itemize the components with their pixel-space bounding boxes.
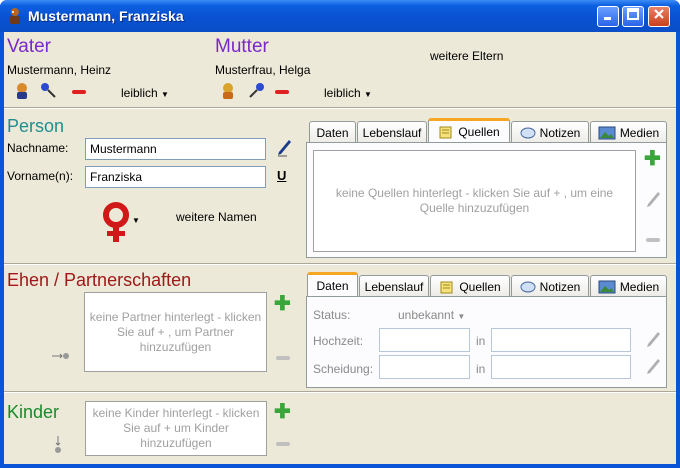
divorce-place-field[interactable] (491, 355, 631, 379)
surname-field[interactable]: Mustermann (85, 138, 266, 160)
children-heading: Kinder (7, 402, 60, 422)
tab-label: Notizen (539, 279, 581, 294)
person-male-icon[interactable] (14, 82, 30, 100)
mother-relation-dropdown[interactable]: leiblich ▼ (324, 86, 372, 100)
father-relation-dropdown[interactable]: leiblich ▼ (121, 86, 169, 100)
notes-icon (520, 127, 536, 138)
firstname-field[interactable]: Franziska (85, 166, 266, 188)
title-bar[interactable]: Mustermann, Franziska (0, 0, 680, 32)
tab-lebenslauf[interactable]: Lebenslauf (359, 275, 429, 297)
sources-list[interactable]: keine Quellen hinterlegt - klicken Sie a… (313, 150, 636, 252)
tab-label: Medien (619, 125, 660, 140)
media-icon (598, 126, 616, 139)
minimize-button[interactable] (597, 6, 619, 27)
edit-pen-icon[interactable] (275, 138, 293, 158)
wedding-label: Hochzeit: (313, 334, 364, 348)
tab-notizen[interactable]: Notizen (511, 275, 589, 297)
window-title: Mustermann, Franziska (28, 8, 184, 24)
marriages-heading: Ehen / Partnerschaften (7, 270, 192, 290)
mother-relation-value: leiblich (324, 86, 361, 100)
divorce-label: Scheidung: (313, 362, 374, 376)
more-names-link[interactable]: weitere Namen (176, 210, 257, 224)
divider (4, 107, 676, 109)
status-label: Status: (313, 308, 351, 322)
divorce-date-field[interactable] (379, 355, 470, 379)
notes-icon (520, 281, 536, 292)
tab-label: Daten (316, 278, 349, 293)
wedding-date-field[interactable] (379, 328, 470, 352)
sources-icon (439, 126, 452, 138)
father-relation-value: leiblich (121, 86, 158, 100)
mother-heading: Mutter (215, 36, 269, 57)
minimize-icon (604, 17, 611, 20)
tab-label: Daten (316, 125, 349, 140)
tab-medien[interactable]: Medien (590, 121, 667, 143)
father-heading: Vater (7, 36, 52, 57)
child-link-icon[interactable] (52, 435, 64, 455)
father-name[interactable]: Mustermann, Heinz (7, 63, 111, 77)
person-female-icon[interactable] (220, 82, 236, 100)
divider (4, 263, 676, 265)
status-value: unbekannt (398, 308, 455, 322)
tab-label: Lebenslauf (364, 279, 424, 294)
select-person-icon[interactable] (247, 82, 265, 100)
chevron-down-icon: ▼ (364, 90, 372, 99)
maximize-icon (627, 8, 639, 20)
remove-mother-icon[interactable] (275, 90, 289, 94)
divider (4, 391, 676, 393)
edit-pen-icon[interactable] (644, 190, 662, 210)
add-partner-icon[interactable]: ✚ (274, 294, 291, 314)
mother-name[interactable]: Musterfrau, Helga (215, 63, 310, 77)
add-child-icon[interactable]: ✚ (274, 402, 291, 422)
remove-source-icon[interactable] (646, 238, 660, 242)
close-icon (654, 9, 664, 19)
maximize-button[interactable] (622, 6, 644, 27)
underline-button[interactable]: U (277, 168, 286, 183)
tab-lebenslauf[interactable]: Lebenslauf (357, 121, 427, 143)
chevron-down-icon: ▼ (457, 312, 466, 321)
tab-label: Quellen (458, 124, 500, 139)
in-label: in (476, 334, 486, 348)
tab-quellen[interactable]: Quellen (430, 275, 510, 297)
tab-label: Lebenslauf (362, 125, 422, 140)
remove-father-icon[interactable] (72, 90, 86, 94)
family-tree-app-icon (10, 8, 20, 24)
surname-label: Nachname: (7, 141, 69, 155)
tab-daten[interactable]: Daten (309, 121, 356, 143)
sources-icon (440, 281, 453, 293)
chevron-down-icon: ▼ (161, 90, 169, 99)
chevron-down-icon[interactable]: ▼ (132, 216, 140, 225)
edit-pen-icon[interactable] (644, 357, 662, 377)
tab-notizen[interactable]: Notizen (511, 121, 589, 143)
close-button[interactable] (648, 6, 670, 27)
more-parents-link[interactable]: weitere Eltern (430, 49, 503, 63)
status-dropdown[interactable]: unbekannt ▼ (398, 308, 465, 322)
wedding-place-field[interactable] (491, 328, 631, 352)
tab-label: Medien (619, 279, 660, 294)
select-person-icon[interactable] (40, 82, 58, 100)
in-label: in (476, 362, 486, 376)
tab-label: Quellen (459, 279, 501, 294)
media-icon (598, 280, 616, 293)
female-symbol-icon[interactable] (100, 201, 132, 245)
remove-child-icon[interactable] (276, 442, 290, 446)
person-heading: Person (7, 116, 65, 136)
remove-partner-icon[interactable] (276, 356, 290, 360)
firstname-label: Vorname(n): (7, 169, 74, 183)
tab-label: Notizen (539, 125, 581, 140)
add-source-icon[interactable]: ✚ (644, 149, 661, 169)
tab-medien[interactable]: Medien (590, 275, 667, 297)
tab-daten[interactable]: Daten (307, 272, 358, 296)
app-window: Mustermann, Franziska Vater Mustermann, … (0, 0, 680, 468)
edit-pen-icon[interactable] (644, 330, 662, 350)
partners-list[interactable]: keine Partner hinterlegt - klicken Sie a… (84, 292, 267, 372)
tab-quellen[interactable]: Quellen (428, 118, 510, 142)
partner-link-icon[interactable] (51, 351, 71, 361)
window-client-area: Vater Mustermann, Heinz leiblich ▼ Mutte… (4, 32, 676, 464)
children-list[interactable]: keine Kinder hinterlegt - klicken Sie au… (85, 401, 267, 456)
